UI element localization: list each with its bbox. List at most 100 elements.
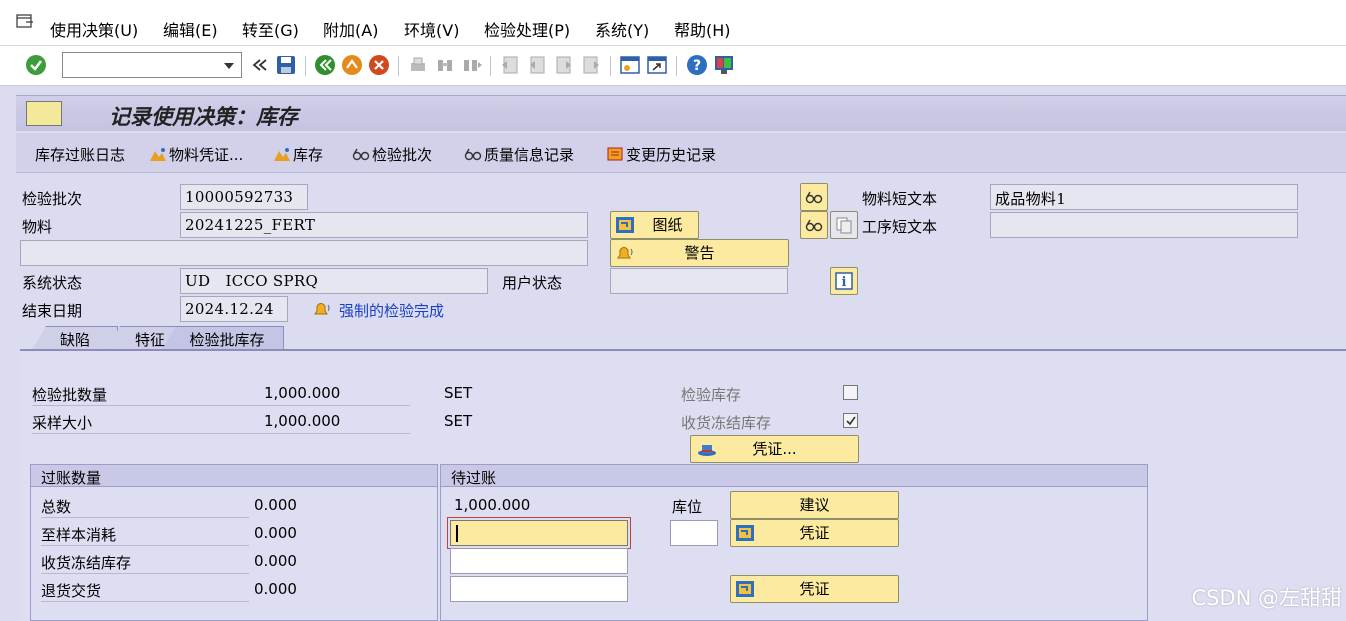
gr-blocked-stock-checkbox[interactable] xyxy=(843,413,858,428)
standard-toolbar: ? xyxy=(0,46,1346,86)
operation-short-text-button[interactable] xyxy=(800,211,828,239)
drawing-button-label: 图纸 xyxy=(652,216,683,234)
end-date-field[interactable]: 2024.12.24 xyxy=(180,296,288,322)
find-icon[interactable] xyxy=(434,54,456,76)
exit-icon[interactable] xyxy=(341,54,363,76)
menu-inspection-processing[interactable]: 检验处理(P) xyxy=(484,17,570,41)
next-page-icon[interactable] xyxy=(553,54,575,76)
tab-lot-stock-label: 检验批库存 xyxy=(189,331,265,349)
material-document-button[interactable]: 物料凭证... xyxy=(149,144,243,165)
inspection-stock-checkbox[interactable] xyxy=(843,385,858,400)
system-status-field[interactable]: UD ICCO SPRQ xyxy=(180,268,488,294)
find-next-icon[interactable] xyxy=(461,54,483,76)
glasses-icon xyxy=(352,148,370,161)
glasses-icon xyxy=(805,191,823,204)
lot-document-button[interactable]: 凭证... xyxy=(690,435,859,463)
menu-system[interactable]: 系统(Y) xyxy=(595,17,649,41)
sample-size-value: 1,000.000 xyxy=(264,412,341,430)
operation-short-text-label: 工序短文本 xyxy=(862,218,938,236)
operation-short-text-field[interactable] xyxy=(990,212,1298,238)
quality-info-record-label: 质量信息记录 xyxy=(484,146,575,164)
document-button-1[interactable]: 凭证 xyxy=(730,519,899,547)
menu-goto[interactable]: 转至(G) xyxy=(242,17,299,41)
user-status-label: 用户状态 xyxy=(502,274,563,292)
page-title: 记录使用决策：库存 xyxy=(109,105,298,129)
menu-extras[interactable]: 附加(A) xyxy=(323,17,378,41)
warning-button[interactable]: 警告 xyxy=(610,239,789,267)
chevron-down-icon[interactable] xyxy=(224,63,234,69)
shortcut-icon[interactable] xyxy=(646,54,668,76)
double-chevron-left-icon[interactable] xyxy=(249,54,271,76)
inspection-lot-field[interactable]: 10000592733 xyxy=(180,184,308,210)
material-description-field[interactable] xyxy=(20,240,588,266)
posted-quantity-title: 过账数量 xyxy=(31,465,437,487)
to-sample-consumption-value: 0.000 xyxy=(254,524,297,542)
stock-button[interactable]: 库存 xyxy=(273,144,323,165)
return-delivery-label: 退货交货 xyxy=(41,580,249,602)
document-icon xyxy=(736,525,754,541)
toolbar-separator xyxy=(676,56,677,76)
new-session-icon[interactable] xyxy=(619,54,641,76)
save-icon[interactable] xyxy=(275,54,297,76)
document-button-2-label: 凭证 xyxy=(799,580,830,598)
back-icon[interactable] xyxy=(314,54,336,76)
system-status-label: 系统状态 xyxy=(22,274,83,292)
toolbar-separator xyxy=(398,56,399,76)
sample-size-label: 采样大小 xyxy=(32,412,410,434)
end-date-label: 结束日期 xyxy=(22,302,83,320)
tab-defects-label: 缺陷 xyxy=(59,331,90,349)
menu-edit[interactable]: 编辑(E) xyxy=(163,17,218,41)
document-button-2[interactable]: 凭证 xyxy=(730,575,899,603)
command-field[interactable] xyxy=(62,52,242,78)
menu-usage-decision[interactable]: 使用决策(U) xyxy=(50,17,138,41)
sample-size-unit: SET xyxy=(444,412,473,430)
inspection-stock-label: 检验库存 xyxy=(681,386,742,404)
application-toolbar: 库存过账日志 物料凭证... 库存 检验批次 质量信息记录 变更历史记录 xyxy=(16,133,1346,173)
last-page-icon[interactable] xyxy=(580,54,602,76)
mountain-icon xyxy=(274,148,290,161)
tab-lot-stock[interactable]: 检验批库存 xyxy=(162,326,284,350)
glasses-icon xyxy=(464,148,482,161)
drawing-icon xyxy=(616,217,634,233)
change-history-button[interactable]: 变更历史记录 xyxy=(606,144,716,165)
gr-blocked-stock-qty-value: 0.000 xyxy=(254,552,297,570)
customize-layout-icon[interactable] xyxy=(713,54,735,76)
suggest-button[interactable]: 建议 xyxy=(730,491,899,519)
first-page-icon[interactable] xyxy=(499,54,521,76)
quality-info-record-button[interactable]: 质量信息记录 xyxy=(464,144,574,165)
enter-check-icon[interactable] xyxy=(25,54,47,76)
menu-environment[interactable]: 环境(V) xyxy=(404,17,459,41)
menu-help[interactable]: 帮助(H) xyxy=(674,17,731,41)
lot-quantity-unit: SET xyxy=(444,384,473,402)
user-status-field[interactable] xyxy=(610,268,788,294)
gr-blocked-stock-input[interactable] xyxy=(450,548,628,574)
lot-document-button-label: 凭证... xyxy=(752,440,797,458)
forced-completion-link[interactable]: 强制的检验完成 xyxy=(339,300,444,321)
material-field[interactable]: 20241225_FERT xyxy=(180,212,588,238)
suggest-button-label: 建议 xyxy=(799,496,830,514)
status-info-button[interactable]: i xyxy=(830,267,858,295)
return-delivery-input[interactable] xyxy=(450,576,628,602)
inspection-lot-button[interactable]: 检验批次 xyxy=(352,144,432,165)
info-icon: i xyxy=(835,272,853,290)
sample-consumption-input[interactable] xyxy=(447,517,631,549)
stock-posting-log-button[interactable]: 库存过账日志 xyxy=(35,144,125,165)
material-short-text-label: 物料短文本 xyxy=(862,190,938,208)
operation-text-long-button[interactable] xyxy=(830,211,858,239)
previous-page-icon[interactable] xyxy=(526,54,548,76)
material-short-text-button[interactable] xyxy=(800,183,828,211)
help-icon[interactable]: ? xyxy=(686,54,708,76)
menu-window-icon[interactable] xyxy=(16,14,34,30)
drawing-button[interactable]: 图纸 xyxy=(610,211,699,239)
cancel-icon[interactable] xyxy=(368,54,390,76)
tab-defects[interactable]: 缺陷 xyxy=(32,326,118,350)
gr-blocked-stock-label: 收货冻结库存 xyxy=(681,414,772,432)
material-short-text-field[interactable]: 成品物料1 xyxy=(990,184,1298,210)
print-icon[interactable] xyxy=(407,54,429,76)
storage-bin-input[interactable] xyxy=(670,520,718,546)
glasses-icon xyxy=(805,219,823,232)
mountain-icon xyxy=(150,148,166,161)
gr-blocked-stock-qty-label: 收货冻结库存 xyxy=(41,552,249,574)
svg-text:i: i xyxy=(842,275,847,290)
system-menu-icon[interactable] xyxy=(26,101,62,126)
